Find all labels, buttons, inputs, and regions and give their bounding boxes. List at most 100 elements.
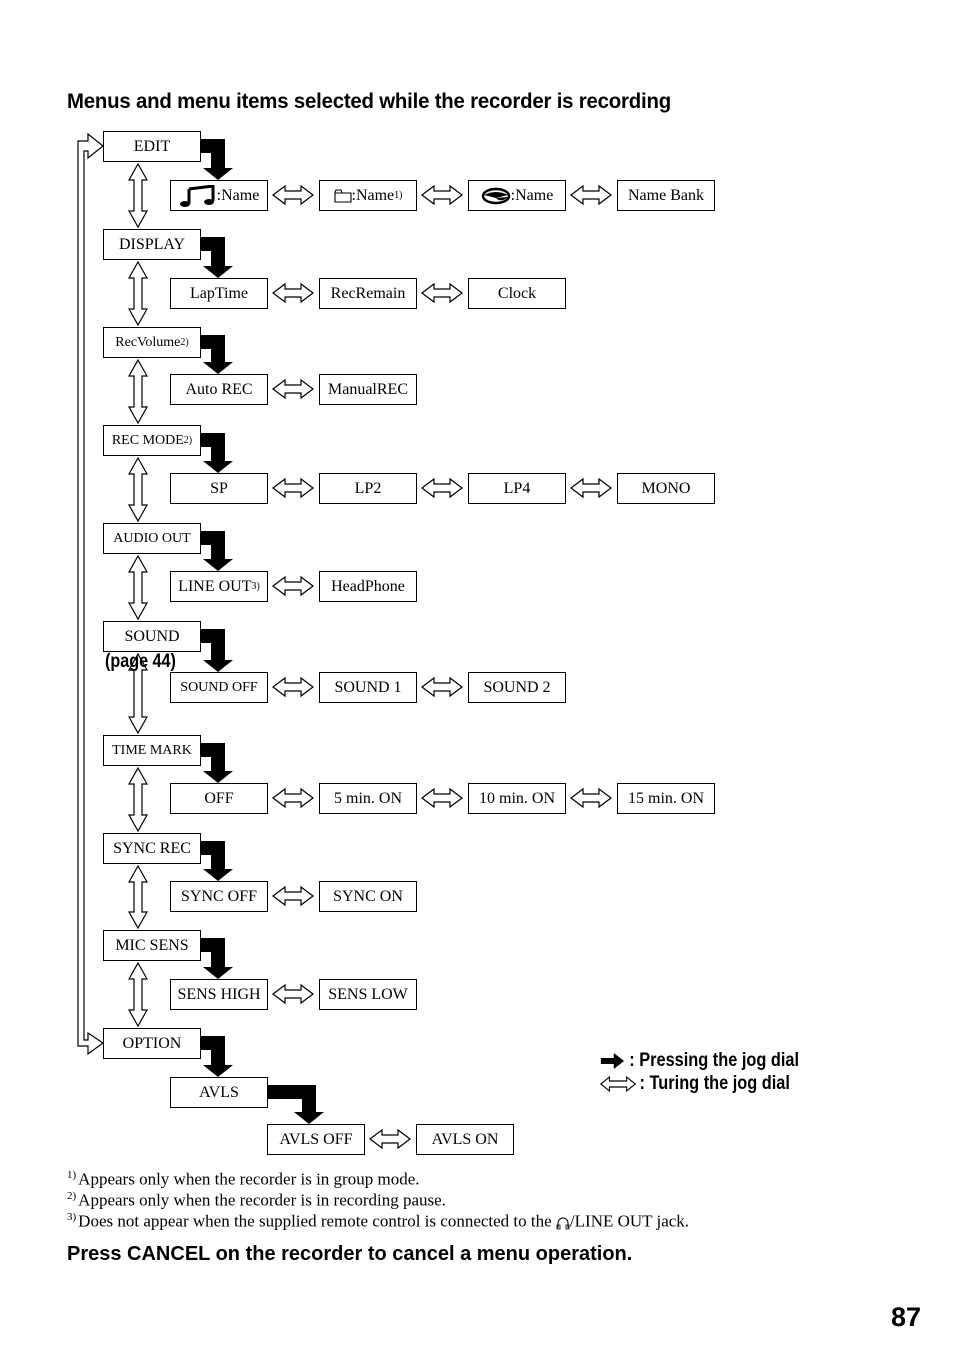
menu-item-off[interactable]: OFF bbox=[170, 783, 268, 814]
menu-item-5-min-on-label: 5 min. ON bbox=[334, 789, 402, 807]
menu-sync-rec[interactable]: SYNC REC bbox=[103, 833, 201, 864]
menu-item-manualrec[interactable]: ManualREC bbox=[319, 374, 417, 405]
menu-item-manualrec-label: ManualREC bbox=[328, 380, 408, 398]
menu-item-off-label: OFF bbox=[204, 789, 234, 807]
menu-item-sp[interactable]: SP bbox=[170, 473, 268, 504]
menu-item-sens-low[interactable]: SENS LOW bbox=[319, 979, 417, 1010]
menu-item-sens-high[interactable]: SENS HIGH bbox=[170, 979, 268, 1010]
menu-item-name-bank[interactable]: Name Bank bbox=[617, 180, 715, 211]
menu-item-name[interactable]: :Name 1) bbox=[319, 180, 417, 211]
menu-mic-sens[interactable]: MIC SENS bbox=[103, 930, 201, 961]
menu-item-sound-1-label: SOUND 1 bbox=[334, 678, 402, 696]
menu-option[interactable]: OPTION bbox=[103, 1028, 201, 1059]
menu-item-sync-on[interactable]: SYNC ON bbox=[319, 881, 417, 912]
menu-item-sound-off-label: SOUND OFF bbox=[180, 679, 258, 695]
menu-item-avls-label: AVLS bbox=[199, 1083, 239, 1101]
music-note-icon bbox=[179, 184, 215, 207]
folder-icon bbox=[333, 188, 352, 203]
legend-turn-text: : Turing the jog dial bbox=[639, 1073, 790, 1094]
turn-arrow bbox=[421, 676, 463, 698]
menu-item-name-bank-label: Name Bank bbox=[628, 186, 704, 204]
menu-item-mono[interactable]: MONO bbox=[617, 473, 715, 504]
menu-mic-sens-label: MIC SENS bbox=[115, 936, 189, 954]
menu-item-avls-on[interactable]: AVLS ON bbox=[416, 1124, 514, 1155]
press-arrow-icon bbox=[600, 1053, 625, 1069]
menu-time-mark-label: TIME MARK bbox=[112, 742, 192, 758]
turn-arrow bbox=[421, 787, 463, 809]
footnote-text: Appears only when the recorder is in gro… bbox=[78, 1169, 420, 1189]
menu-item-auto-rec[interactable]: Auto REC bbox=[170, 374, 268, 405]
press-arrow bbox=[268, 1085, 324, 1124]
menu-display-label: DISPLAY bbox=[118, 235, 186, 253]
menu-item-recremain-label: RecRemain bbox=[330, 284, 406, 302]
menu-item-name[interactable]: :Name bbox=[170, 180, 268, 211]
menu-item-15-min-on-label: 15 min. ON bbox=[628, 789, 704, 807]
scroll-arrow bbox=[127, 766, 149, 833]
menu-option-label: OPTION bbox=[122, 1034, 182, 1052]
menu-item-clock[interactable]: Clock bbox=[468, 278, 566, 309]
menu-item-avls[interactable]: AVLS bbox=[170, 1077, 268, 1108]
footnote-text: Appears only when the recorder is in rec… bbox=[78, 1190, 446, 1210]
page-number: 87 bbox=[891, 1302, 922, 1332]
menu-item-lp2[interactable]: LP2 bbox=[319, 473, 417, 504]
press-arrow bbox=[201, 938, 233, 979]
menu-item-10-min-on[interactable]: 10 min. ON bbox=[468, 783, 566, 814]
turn-arrow bbox=[272, 676, 314, 698]
menu-item-10-min-on-label: 10 min. ON bbox=[479, 789, 555, 807]
menu-item-lp4[interactable]: LP4 bbox=[468, 473, 566, 504]
menu-sync-rec-label: SYNC REC bbox=[113, 839, 191, 857]
menu-item-sens-low-label: SENS LOW bbox=[328, 985, 408, 1003]
footnote-mark: 1) bbox=[67, 1169, 77, 1181]
scroll-arrow bbox=[127, 456, 149, 523]
menu-item-headphone-label: HeadPhone bbox=[331, 577, 405, 595]
menu-item-avls-off-label: AVLS OFF bbox=[279, 1130, 353, 1148]
scroll-arrow bbox=[127, 554, 149, 621]
headphones-icon bbox=[556, 1217, 570, 1230]
menu-item-sync-off[interactable]: SYNC OFF bbox=[170, 881, 268, 912]
turn-arrow bbox=[272, 983, 314, 1005]
scroll-arrow bbox=[127, 358, 149, 425]
menu-item-recremain[interactable]: RecRemain bbox=[319, 278, 417, 309]
turn-arrow bbox=[570, 787, 612, 809]
menu-item-sound-2[interactable]: SOUND 2 bbox=[468, 672, 566, 703]
menu-item-line-out[interactable]: LINE OUT 3) bbox=[170, 571, 268, 602]
menu-item-lp2-label: LP2 bbox=[354, 479, 382, 497]
menu-item-sync-off-label: SYNC OFF bbox=[180, 887, 258, 905]
menu-item-name[interactable]: :Name bbox=[468, 180, 566, 211]
turn-arrow bbox=[272, 378, 314, 400]
page-reference[interactable]: (page 44) bbox=[105, 651, 176, 673]
menu-rec-mode-label: REC MODE bbox=[111, 432, 184, 448]
menu-sound[interactable]: SOUND bbox=[103, 621, 201, 652]
menu-display[interactable]: DISPLAY bbox=[103, 229, 201, 260]
menu-recvolume[interactable]: RecVolume 2) bbox=[103, 327, 201, 358]
menu-edit-label: EDIT bbox=[133, 137, 171, 155]
menu-item-laptime[interactable]: LapTime bbox=[170, 278, 268, 309]
disc-icon bbox=[481, 187, 510, 204]
turn-arrow bbox=[272, 787, 314, 809]
menu-item-sound-off[interactable]: SOUND OFF bbox=[170, 672, 268, 703]
scroll-arrow bbox=[127, 864, 149, 930]
menu-audio-out[interactable]: AUDIO OUT bbox=[103, 523, 201, 554]
press-arrow bbox=[201, 433, 233, 473]
menu-edit[interactable]: EDIT bbox=[103, 131, 201, 162]
menu-item-sync-on-label: SYNC ON bbox=[333, 887, 403, 905]
footnote-2: 2) Appears only when the recorder is in r… bbox=[67, 1190, 446, 1211]
footnote-text-after: /LINE OUT jack. bbox=[569, 1211, 690, 1231]
menu-item-headphone[interactable]: HeadPhone bbox=[319, 571, 417, 602]
menu-item-sens-high-label: SENS HIGH bbox=[177, 985, 261, 1003]
menu-item-5-min-on[interactable]: 5 min. ON bbox=[319, 783, 417, 814]
turn-arrow bbox=[369, 1128, 411, 1150]
menu-item-avls-off[interactable]: AVLS OFF bbox=[267, 1124, 365, 1155]
press-arrow bbox=[201, 139, 233, 180]
turn-arrow bbox=[272, 885, 314, 907]
turn-arrow bbox=[421, 477, 463, 499]
menu-item-15-min-on[interactable]: 15 min. ON bbox=[617, 783, 715, 814]
menu-item-mono-label: MONO bbox=[641, 479, 691, 497]
press-arrow bbox=[201, 237, 233, 278]
footnote-text: Does not appear when the supplied remote… bbox=[78, 1211, 556, 1231]
press-arrow bbox=[201, 531, 233, 571]
menu-rec-mode[interactable]: REC MODE 2) bbox=[103, 425, 201, 456]
turn-arrow bbox=[272, 282, 314, 304]
menu-time-mark[interactable]: TIME MARK bbox=[103, 735, 201, 766]
menu-item-sound-1[interactable]: SOUND 1 bbox=[319, 672, 417, 703]
